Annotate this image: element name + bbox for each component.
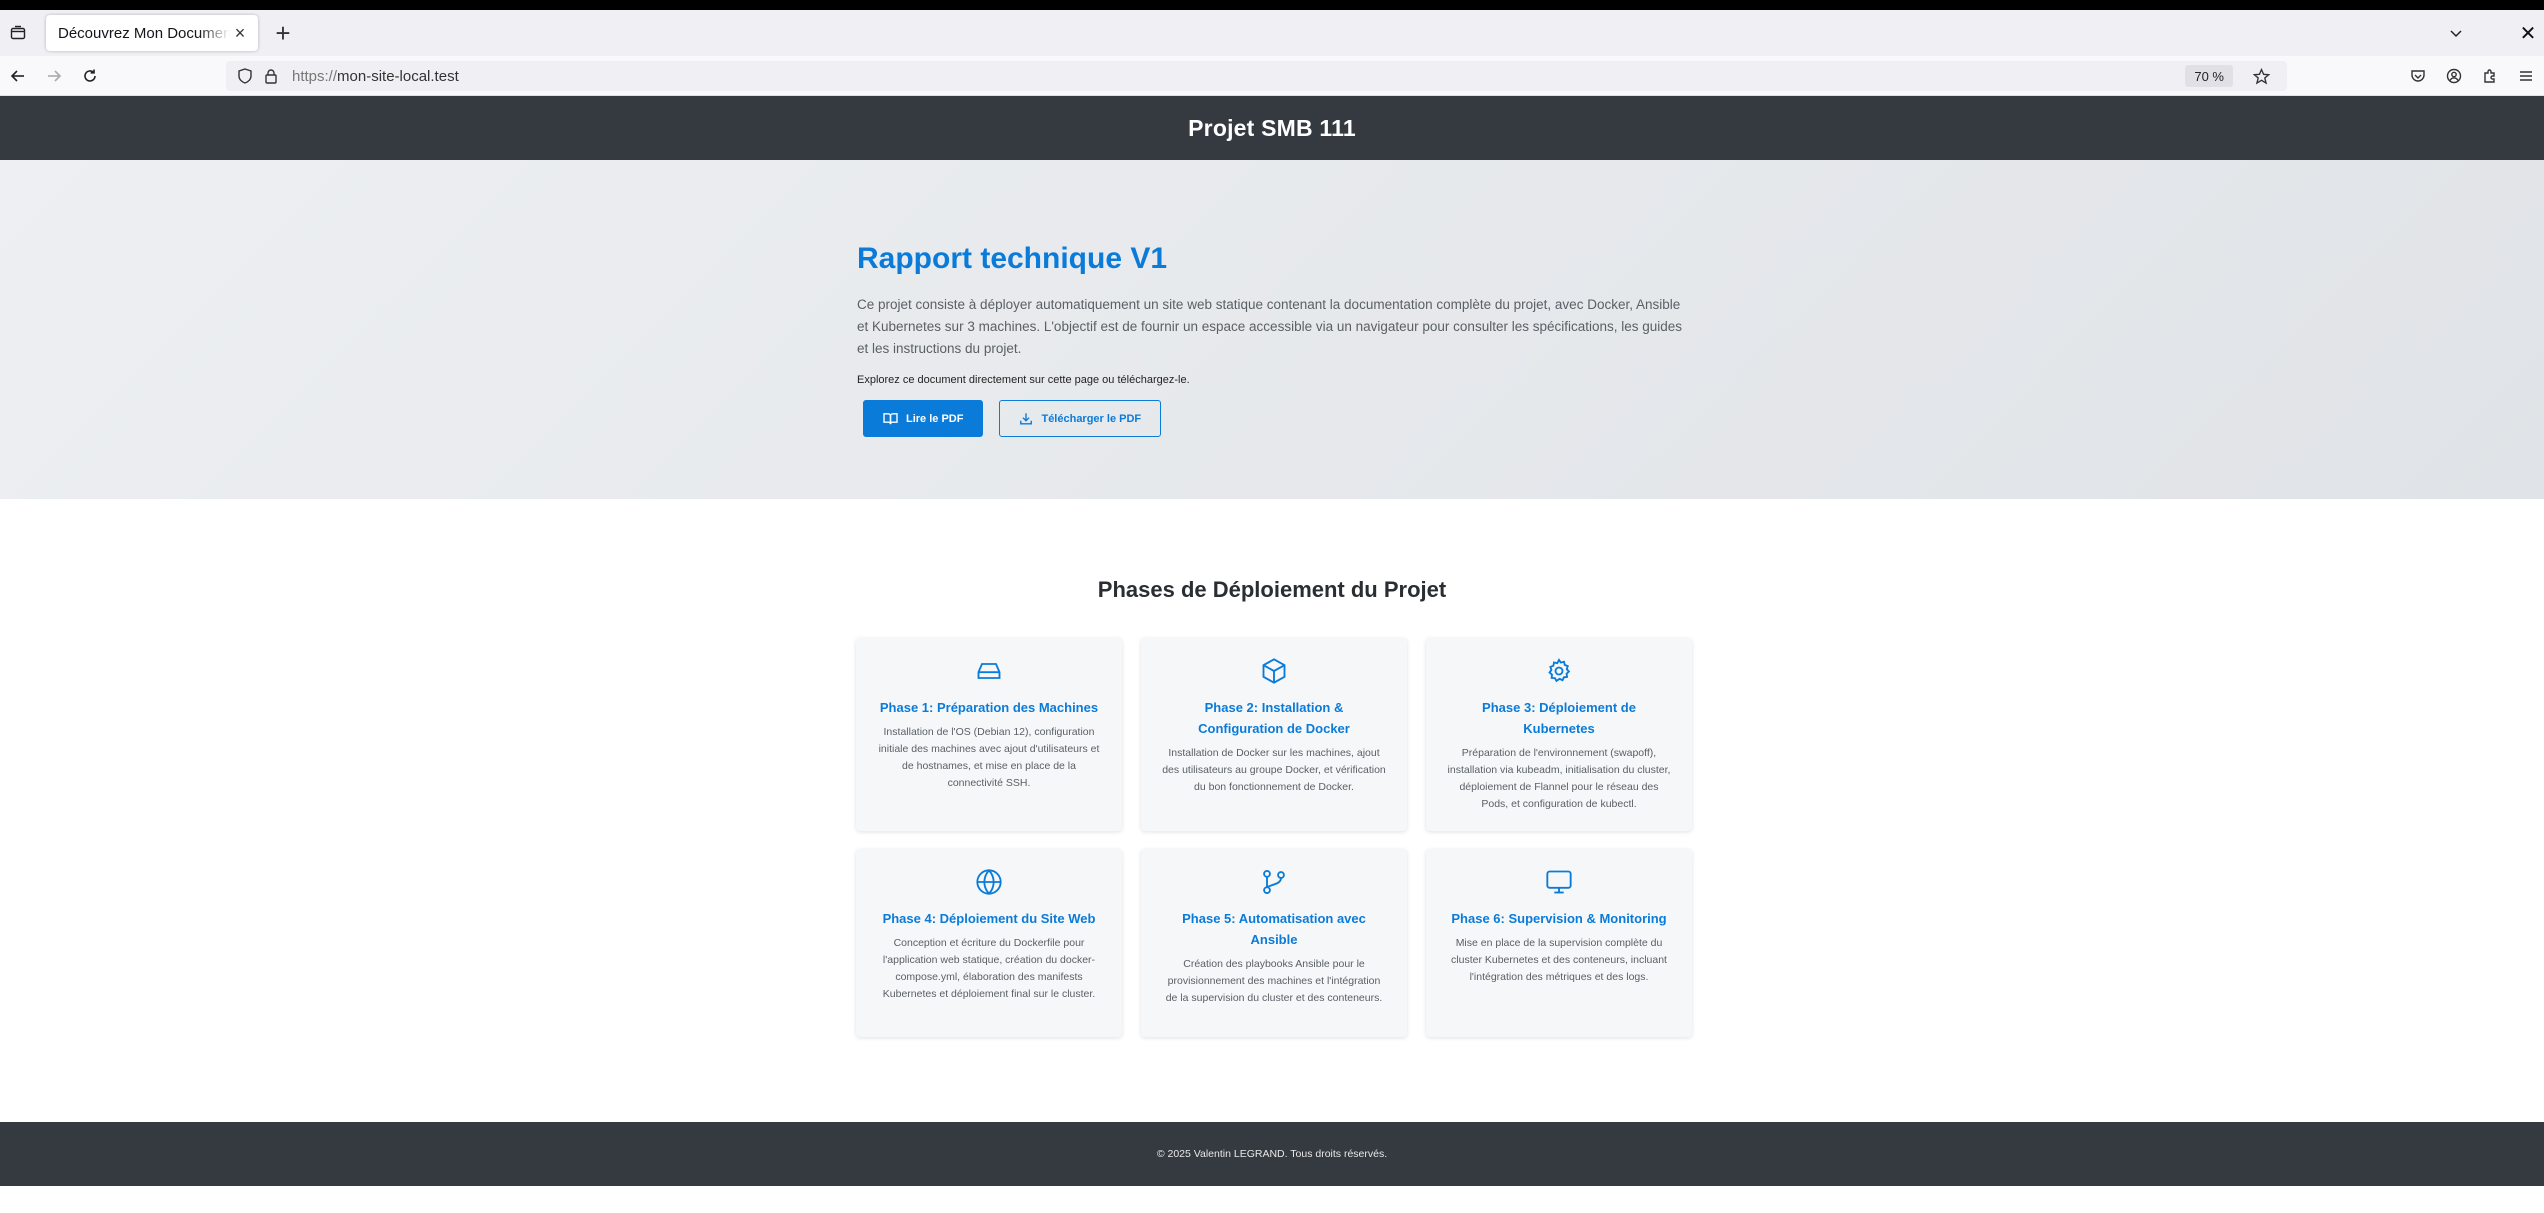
- browser-tab-active[interactable]: Découvrez Mon Document PDF ×: [46, 15, 258, 51]
- forward-icon[interactable]: [36, 60, 72, 92]
- hero-title: Rapport technique V1: [857, 242, 1168, 275]
- download-pdf-label: Télécharger le PDF: [1041, 412, 1142, 425]
- phase-title: Phase 3: Déploiement de Kubernetes: [1482, 700, 1636, 736]
- download-icon: [1020, 412, 1033, 425]
- tab-title: Découvrez Mon Document PDF: [58, 24, 230, 42]
- phase-title: Phase 6: Supervision & Monitoring: [1451, 911, 1667, 926]
- phase-description: Installation de l'OS (Debian 12), config…: [878, 726, 1100, 789]
- phase-card: Phase 2: Installation & Configuration de…: [1141, 638, 1407, 831]
- phases-title: Phases de Déploiement du Projet: [1097, 577, 1447, 602]
- phase-title: Phase 2: Installation & Configuration de…: [1198, 700, 1350, 736]
- navigation-toolbar: https://mon-site-local.test 70 %: [0, 56, 2544, 96]
- phase-card: Phase 6: Supervision & Monitoring Mise e…: [1426, 849, 1692, 1037]
- list-all-tabs-icon[interactable]: [2440, 17, 2472, 49]
- account-icon[interactable]: [2436, 60, 2472, 92]
- hero-description: Ce projet consiste à déployer automatiqu…: [857, 297, 1683, 356]
- url-text: https://mon-site-local.test: [292, 68, 459, 85]
- gear-icon: [1446, 656, 1672, 686]
- window-close-icon[interactable]: ✕: [2512, 17, 2544, 49]
- site-footer: © 2025 Valentin LEGRAND. Tous droits rés…: [0, 1122, 2544, 1186]
- read-pdf-label: Lire le PDF: [906, 412, 964, 425]
- git-branch-icon: [1161, 867, 1387, 897]
- phases-grid: Phase 1: Préparation des Machines Instal…: [856, 638, 1696, 1037]
- server-icon: [876, 656, 1102, 686]
- web-page: Projet SMB 111 Rapport technique V1 Ce p…: [0, 96, 2544, 1213]
- phases-section: Phases de Déploiement du Projet Phase 1:…: [0, 499, 2544, 1123]
- tab-bar: Découvrez Mon Document PDF × + ✕: [0, 10, 2544, 56]
- bookmark-star-icon[interactable]: [2243, 60, 2279, 92]
- firefox-view-icon[interactable]: [2, 17, 34, 49]
- tab-close-icon[interactable]: ×: [230, 23, 250, 43]
- os-top-bar: [0, 0, 2544, 10]
- phase-title: Phase 5: Automatisation avec Ansible: [1182, 911, 1366, 947]
- phase-description: Conception et écriture du Dockerfile pou…: [882, 937, 1096, 1000]
- phase-description: Installation de Docker sur les machines,…: [1162, 747, 1386, 793]
- download-pdf-button[interactable]: Télécharger le PDF: [999, 400, 1162, 437]
- phase-card: Phase 4: Déploiement du Site Web Concept…: [856, 849, 1122, 1037]
- phase-description: Préparation de l'environnement (swapoff)…: [1447, 747, 1671, 810]
- globe-icon: [876, 867, 1102, 897]
- url-host: mon-site-local.test: [337, 67, 459, 85]
- lock-icon[interactable]: [260, 65, 282, 87]
- phase-description: Création des playbooks Ansible pour le p…: [1165, 958, 1383, 1004]
- book-open-icon: [883, 413, 898, 425]
- monitor-icon: [1446, 867, 1672, 897]
- phase-description: Mise en place de la supervision complète…: [1451, 937, 1667, 983]
- site-title: Projet SMB 111: [1188, 114, 1356, 141]
- extensions-icon[interactable]: [2472, 60, 2508, 92]
- phase-title: Phase 1: Préparation des Machines: [879, 700, 1099, 715]
- menu-icon[interactable]: [2508, 60, 2544, 92]
- url-scheme: https://: [292, 67, 338, 85]
- pocket-icon[interactable]: [2400, 60, 2436, 92]
- new-tab-button[interactable]: +: [268, 18, 298, 48]
- box-icon: [1161, 656, 1387, 686]
- hero-section: Rapport technique V1 Ce projet consiste …: [0, 160, 2544, 499]
- phase-card: Phase 5: Automatisation avec Ansible Cré…: [1141, 849, 1407, 1037]
- tracking-shield-icon[interactable]: [234, 65, 256, 87]
- zoom-level-badge[interactable]: 70 %: [2185, 65, 2233, 87]
- reload-icon[interactable]: [72, 60, 108, 92]
- read-pdf-button[interactable]: Lire le PDF: [863, 400, 984, 437]
- site-header: Projet SMB 111: [0, 96, 2544, 160]
- address-bar[interactable]: https://mon-site-local.test 70 %: [226, 61, 2287, 91]
- phase-card: Phase 3: Déploiement de Kubernetes Prépa…: [1426, 638, 1692, 831]
- phase-card: Phase 1: Préparation des Machines Instal…: [856, 638, 1122, 831]
- footer-copyright: © 2025 Valentin LEGRAND. Tous droits rés…: [1156, 1148, 1388, 1160]
- hero-cta-text: Explorez ce document directement sur cet…: [857, 374, 1190, 386]
- back-icon[interactable]: [0, 60, 36, 92]
- phase-title: Phase 4: Déploiement du Site Web: [882, 911, 1096, 926]
